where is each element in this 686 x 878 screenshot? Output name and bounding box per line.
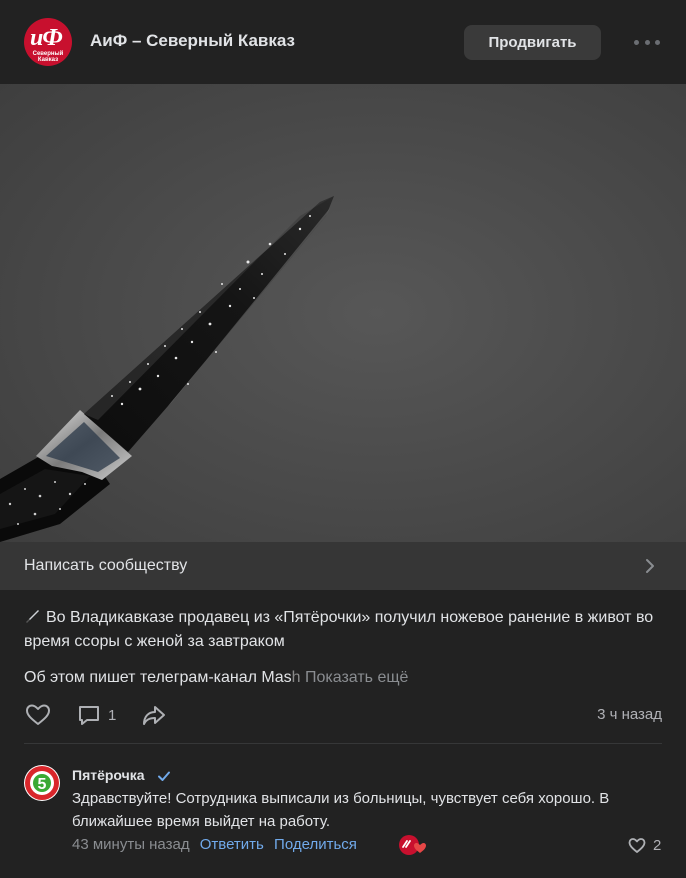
post-header: иФ Северный Кавказ АиФ – Северный Кавказ… [0, 0, 686, 84]
post-actions: 1 3 ч назад [24, 700, 664, 730]
post-text-continued: Об этом пишет телеграм-канал Mash Показа… [24, 666, 664, 690]
share-icon [143, 706, 165, 725]
community-logo-subtext: Северный Кавказ [32, 51, 64, 63]
reply-link[interactable]: Ответить [200, 836, 264, 853]
more-dot [644, 39, 650, 45]
more-options-icon[interactable] [634, 33, 660, 51]
comments-divider [24, 743, 662, 744]
comment-text: Здравствуйте! Сотрудника выписали из бол… [72, 790, 610, 830]
write-to-community-label: Написать сообществу [24, 557, 188, 574]
post-text: Во Владикавказе продавец из «Пятёрочки» … [24, 606, 664, 654]
comment-like-button[interactable]: 2 [627, 835, 661, 855]
commenter-name[interactable]: Пятёрочка [72, 767, 145, 783]
knife-emoji-icon [26, 610, 39, 623]
like-button[interactable] [24, 700, 52, 730]
community-name[interactable]: АиФ – Северный Кавказ [90, 31, 295, 51]
commenter-avatar-mark: 5 [38, 776, 47, 793]
promote-button[interactable]: Продвигать [464, 25, 601, 60]
knife-photo-image [0, 84, 686, 542]
chevron-right-icon [646, 559, 654, 573]
community-avatar[interactable]: иФ Северный Кавказ [24, 18, 72, 66]
community-liked-badge-icon [399, 835, 426, 855]
heart-icon [628, 838, 646, 853]
more-dot [634, 39, 639, 45]
write-to-community-bar[interactable]: Написать сообществу [0, 542, 686, 590]
heart-icon [26, 704, 50, 725]
comment-count: 1 [108, 706, 117, 724]
more-dot [655, 39, 660, 45]
commenter-avatar[interactable]: 5 [24, 765, 60, 801]
share-comment-link[interactable]: Поделиться [274, 836, 357, 853]
pyaterochka-logo-icon: 5 [25, 766, 59, 800]
verified-check-icon [158, 771, 170, 781]
post-photo[interactable] [0, 84, 686, 542]
comment-meta: 43 минуты назад Ответить Поделиться [72, 836, 357, 853]
comment-button[interactable]: 1 [76, 700, 116, 730]
comment-time: 43 минуты назад [72, 836, 190, 853]
community-logo-mark: иФ [30, 25, 63, 51]
comment-like-count: 2 [653, 836, 662, 854]
share-button[interactable] [140, 700, 168, 730]
post-text-faded: h [291, 669, 301, 686]
show-more-link[interactable]: Показать ещё [305, 669, 408, 686]
post-text-preview: Об этом пишет телеграм-канал Mas [24, 669, 292, 686]
post-text-body: Во Владикавказе продавец из «Пятёрочки» … [24, 609, 654, 650]
post-time: 3 ч назад [597, 706, 662, 723]
comment-icon [79, 706, 99, 725]
